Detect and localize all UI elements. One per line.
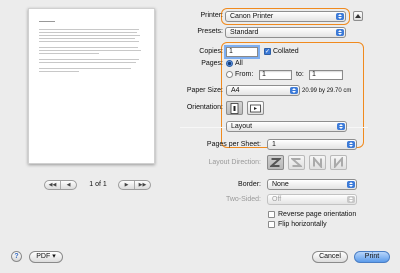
popup-arrows-icon [336, 29, 344, 36]
direction-s-icon [291, 158, 302, 167]
pages-from-radio[interactable] [226, 71, 233, 78]
landscape-button[interactable] [247, 101, 264, 115]
popup-arrows-icon [347, 141, 355, 148]
section-popup-value: Layout [231, 123, 253, 130]
help-icon: ? [14, 253, 19, 260]
direction-s-button[interactable] [288, 155, 305, 170]
direction-z-button[interactable] [267, 155, 284, 170]
portrait-icon [230, 102, 239, 114]
flip-horizontally-label: Flip horizontally [278, 221, 327, 228]
border-popup[interactable]: None [267, 179, 357, 190]
two-sided-value: Off [272, 196, 282, 203]
paper-size-label: Paper Size: [186, 87, 223, 94]
collapse-details-icon [355, 14, 361, 18]
collapse-details-button[interactable] [353, 11, 363, 21]
pages-per-sheet-label: Pages per Sheet: [206, 141, 261, 148]
next-page-button[interactable]: ▶ [119, 181, 134, 189]
border-label: Border: [238, 181, 261, 188]
direction-n-icon [313, 157, 322, 168]
pages-to-field[interactable]: 1 [309, 70, 343, 80]
popup-arrows-icon [347, 196, 355, 203]
two-sided-label: Two-Sided: [225, 196, 261, 203]
last-page-button[interactable]: ▶▶ [134, 181, 150, 189]
flip-horizontally-checkbox[interactable] [268, 221, 275, 228]
direction-z-icon [270, 158, 281, 167]
reverse-orientation-label: Reverse page orientation [278, 211, 357, 218]
page-indicator: 1 of 1 [89, 181, 107, 188]
paper-size-value: A4 [231, 87, 240, 94]
pages-all-label: All [235, 60, 243, 67]
pages-from-field[interactable]: 1 [259, 70, 292, 80]
direction-n-button[interactable] [309, 155, 326, 170]
print-button[interactable]: Print [354, 251, 390, 263]
presets-popup[interactable]: Standard [225, 27, 346, 38]
reverse-orientation-checkbox[interactable] [268, 211, 275, 218]
direction-reverse-n-button[interactable] [330, 155, 347, 170]
section-popup[interactable]: Layout [226, 121, 347, 132]
copies-label: Copies: [199, 48, 223, 55]
layout-direction-label: Layout Direction: [208, 159, 261, 166]
popup-arrows-icon [336, 13, 344, 20]
help-button[interactable]: ? [11, 251, 22, 262]
presets-label: Presets: [197, 28, 223, 35]
orientation-label: Orientation: [186, 104, 223, 111]
pages-label: Pages: [201, 60, 223, 67]
collated-checkbox[interactable]: ✓ [264, 48, 271, 55]
paper-size-popup[interactable]: A4 [226, 85, 300, 96]
pager-forward-group: ▶ ▶▶ [118, 180, 151, 190]
pager-back-group: ◀◀ ◀ [44, 180, 77, 190]
landscape-icon [250, 104, 261, 112]
popup-arrows-icon [290, 87, 298, 94]
two-sided-popup[interactable]: Off [267, 194, 357, 205]
cancel-button[interactable]: Cancel [312, 251, 348, 263]
printer-value: Canon Printer [230, 13, 274, 20]
popup-arrows-icon [337, 123, 345, 130]
pages-per-sheet-popup[interactable]: 1 [267, 139, 357, 150]
pages-all-radio[interactable] [226, 60, 233, 67]
previous-page-button[interactable]: ◀ [60, 181, 76, 189]
first-page-button[interactable]: ◀◀ [45, 181, 60, 189]
border-value: None [272, 181, 289, 188]
presets-value: Standard [230, 29, 259, 36]
copies-field[interactable]: 1 [226, 47, 258, 57]
printer-label: Printer: [200, 12, 223, 19]
collated-label: Collated [273, 48, 299, 55]
popup-arrows-icon [347, 181, 355, 188]
paper-dimensions: 20.99 by 29.70 cm [302, 88, 352, 94]
portrait-button[interactable] [226, 101, 243, 115]
printer-popup[interactable]: Canon Printer [225, 11, 346, 22]
pdf-menu-button[interactable]: PDF ▾ [29, 251, 63, 263]
direction-reverse-n-icon [334, 157, 343, 168]
pages-per-sheet-value: 1 [272, 141, 276, 148]
pages-to-label: to: [296, 71, 304, 78]
pages-from-label: From: [235, 71, 254, 78]
print-preview-page [28, 8, 155, 164]
